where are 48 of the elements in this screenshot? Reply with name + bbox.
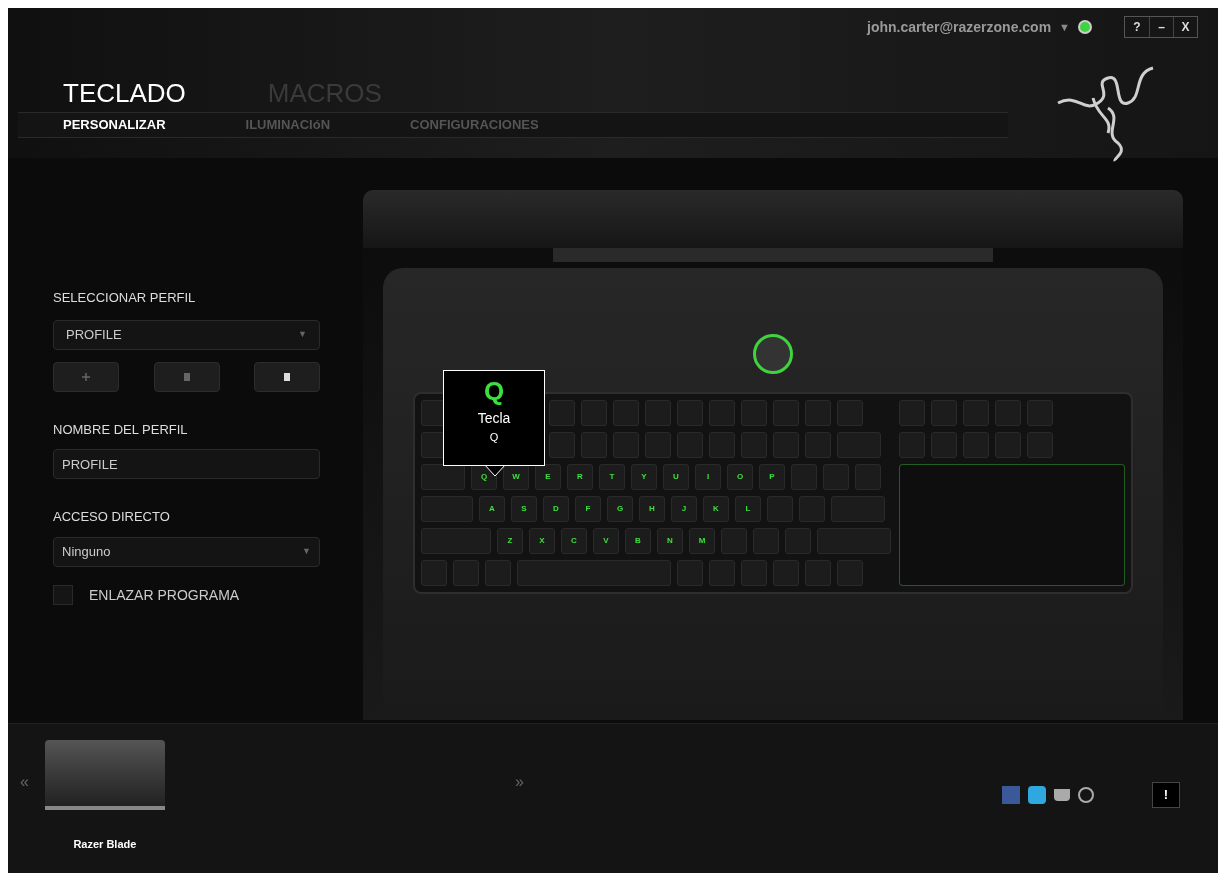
field-label: ACCESO DIRECTO: [53, 508, 171, 526]
account-caret[interactable]: ▼: [1059, 18, 1070, 36]
key[interactable]: M: [689, 528, 715, 554]
profile-name-input[interactable]: PROFILE: [53, 449, 320, 479]
key[interactable]: Y: [631, 464, 657, 490]
window-button[interactable]: –: [1149, 17, 1173, 37]
key[interactable]: V: [593, 528, 619, 554]
account-email[interactable]: john.carter@razerzone.com: [867, 16, 1052, 38]
tooltip-title: Tecla: [477, 408, 511, 428]
dropdown-value: PROFILE: [66, 325, 122, 344]
dropdown-caret: ▼: [302, 544, 311, 558]
key[interactable]: Z: [497, 528, 523, 554]
key[interactable]: U: [663, 464, 689, 490]
subtab[interactable]: PERSONALIZAR: [63, 115, 166, 135]
tooltip-key: Q: [483, 375, 505, 408]
window-button[interactable]: ?: [1125, 17, 1149, 37]
key[interactable]: S: [511, 496, 537, 522]
shortcut-dropdown[interactable]: Ninguno ▼: [53, 536, 320, 567]
field-label: NOMBRE DEL PERFIL: [53, 420, 189, 439]
key[interactable]: E: [535, 464, 561, 490]
key[interactable]: B: [625, 528, 651, 554]
key[interactable]: G: [607, 496, 633, 522]
alert-button[interactable]: !: [1152, 782, 1180, 808]
key[interactable]: T: [599, 464, 625, 490]
key[interactable]: I: [695, 464, 721, 490]
key[interactable]: K: [703, 496, 729, 522]
key[interactable]: C: [561, 528, 587, 554]
field-label: SELECCIONAR PERFIL: [53, 289, 197, 307]
key[interactable]: A: [479, 496, 505, 522]
profile-dropdown[interactable]: PROFILE ▼: [53, 319, 320, 350]
key[interactable]: H: [639, 496, 665, 522]
key[interactable]: W: [503, 464, 529, 490]
checkbox-label: ENLAZAR PROGRAMA: [89, 585, 240, 605]
key[interactable]: X: [529, 528, 555, 554]
tooltip-subtitle: Q: [489, 429, 499, 445]
device-item[interactable]: Razer Blade: [44, 740, 165, 853]
dropdown-caret: ▼: [298, 327, 307, 341]
section-tab[interactable]: TECLADO: [63, 80, 186, 106]
key[interactable]: O: [727, 464, 753, 490]
key[interactable]: N: [657, 528, 683, 554]
dropdown-value: Ninguno: [62, 542, 111, 561]
key[interactable]: P: [759, 464, 785, 490]
key[interactable]: D: [543, 496, 569, 522]
key[interactable]: F: [575, 496, 601, 522]
key[interactable]: R: [567, 464, 593, 490]
window-button[interactable]: X: [1173, 17, 1197, 37]
key[interactable]: L: [735, 496, 761, 522]
key[interactable]: J: [671, 496, 697, 522]
